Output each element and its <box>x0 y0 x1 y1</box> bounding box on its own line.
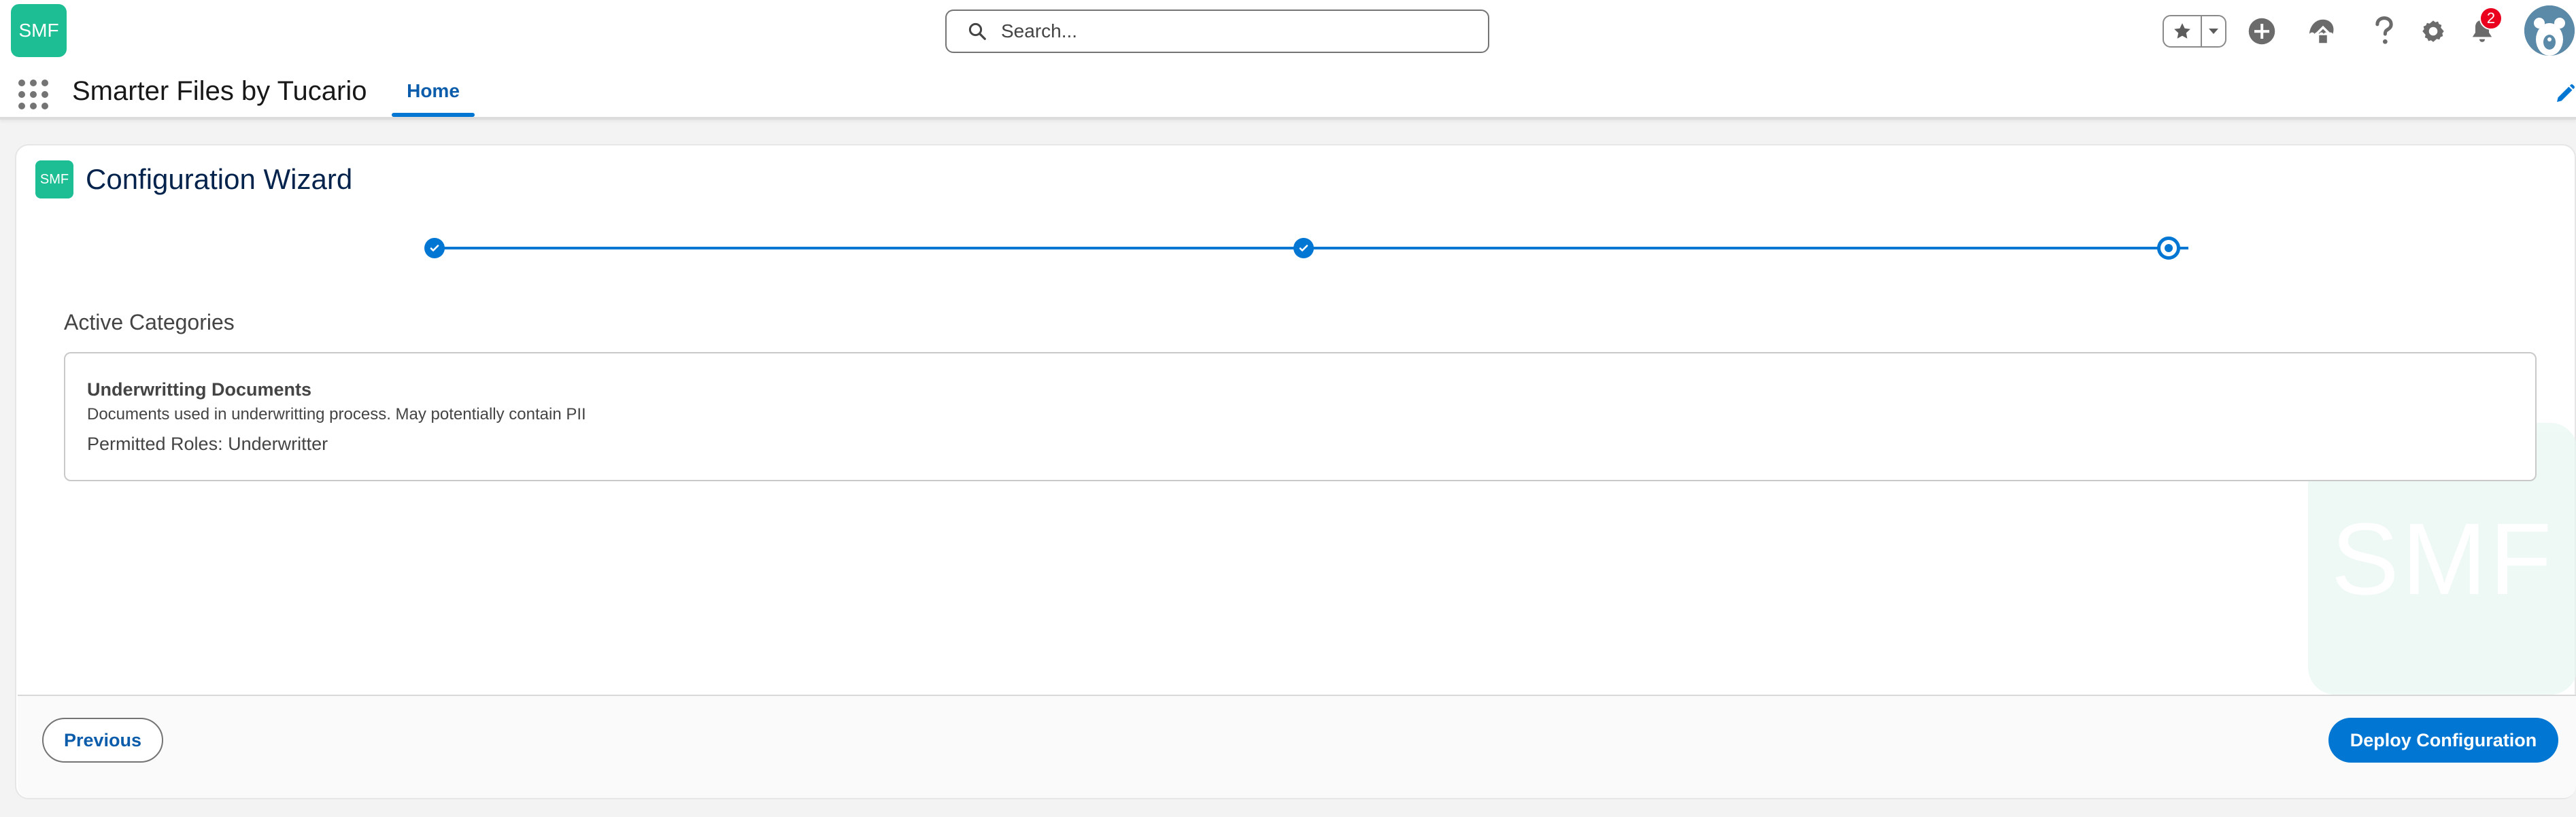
progress-line-2 <box>1311 247 2188 249</box>
page-title: Configuration Wizard <box>86 163 353 195</box>
roles-label: Permitted Roles: <box>87 434 228 454</box>
deploy-configuration-button[interactable]: Deploy Configuration <box>2328 718 2558 763</box>
step-2-complete[interactable] <box>1293 238 1314 258</box>
search-icon <box>968 22 986 40</box>
add-icon[interactable] <box>2245 15 2278 48</box>
wizard-footer: Previous Deploy Configuration <box>18 695 2576 798</box>
active-tab-indicator <box>392 113 475 117</box>
avatar[interactable] <box>2524 5 2575 56</box>
star-icon[interactable] <box>2164 16 2202 46</box>
section-heading: Active Categories <box>64 310 235 334</box>
chevron-down-icon[interactable] <box>2202 16 2225 46</box>
edit-nav-icon[interactable] <box>2554 83 2576 105</box>
step-3-current[interactable] <box>2157 237 2180 260</box>
app-name: Smarter Files by Tucario <box>72 76 367 106</box>
step-1-complete[interactable] <box>424 238 445 258</box>
check-icon <box>1299 245 1308 251</box>
category-roles: Permitted Roles: Underwritter <box>87 434 328 455</box>
previous-button[interactable]: Previous <box>42 718 163 763</box>
progress-indicator <box>16 234 2576 261</box>
help-icon[interactable] <box>2368 15 2401 48</box>
search-box[interactable] <box>945 10 1489 53</box>
roles-value: Underwritter <box>228 434 328 454</box>
tab-home-label: Home <box>407 80 460 101</box>
wizard-logo: SMF <box>35 160 73 198</box>
app-launcher-icon[interactable] <box>16 77 50 111</box>
app-nav-bar: Smarter Files by Tucario Home <box>0 63 2576 120</box>
category-description: Documents used in underwritting process.… <box>87 405 586 423</box>
category-name: Underwritting Documents <box>87 379 312 400</box>
configuration-wizard-card: SMF Configuration Wizard Active Categori… <box>15 144 2576 799</box>
search-input[interactable] <box>1001 20 1477 42</box>
trailhead-icon[interactable] <box>2307 15 2339 48</box>
gear-icon[interactable] <box>2417 15 2450 48</box>
notification-badge: 2 <box>2479 7 2503 30</box>
category-card: Underwritting Documents Documents used i… <box>64 352 2537 481</box>
check-icon <box>430 245 439 251</box>
favorites-group[interactable] <box>2163 15 2226 48</box>
progress-line-1 <box>441 247 1315 249</box>
tab-home[interactable]: Home <box>392 63 475 117</box>
global-header: SMF 2 <box>0 0 2576 63</box>
app-logo[interactable]: SMF <box>11 4 67 57</box>
